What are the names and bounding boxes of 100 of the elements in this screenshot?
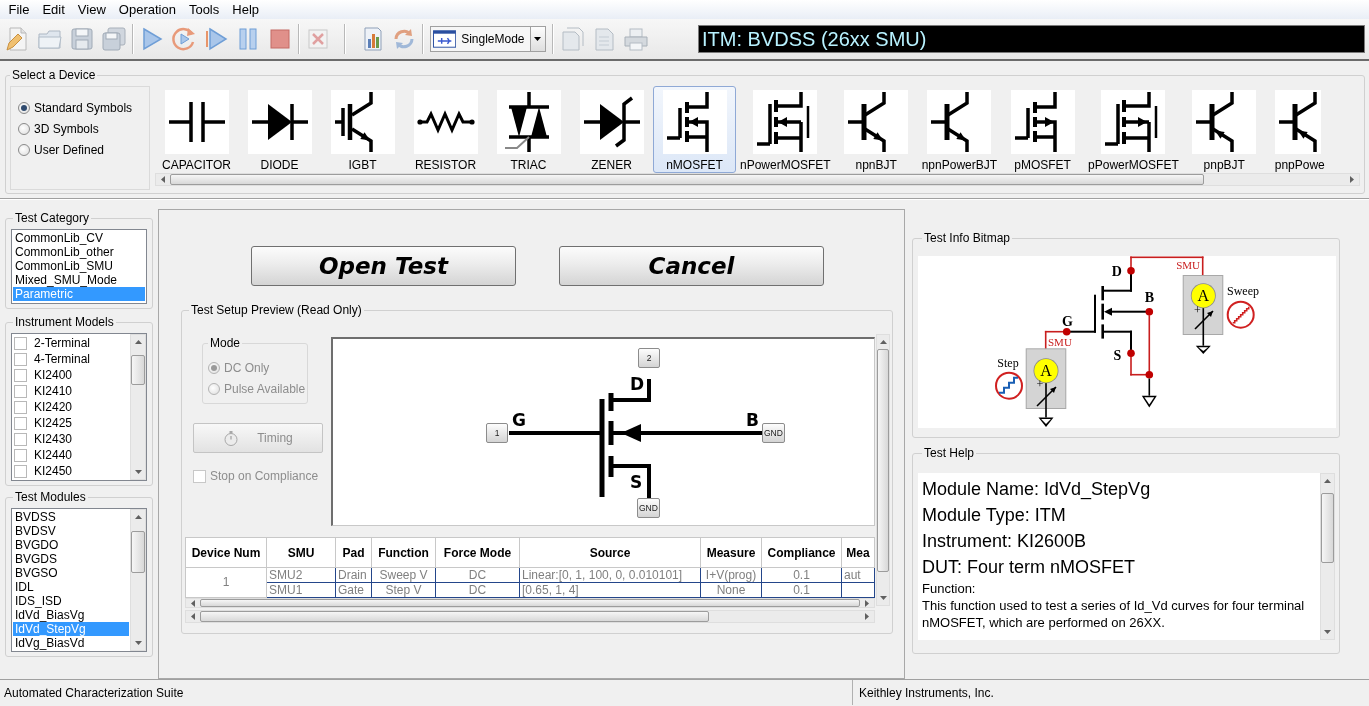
up-arrow-icon[interactable] xyxy=(134,340,142,344)
checkbox[interactable] xyxy=(14,384,27,398)
checkbox-label: 2-Terminal xyxy=(34,336,90,350)
column-header: Compliance xyxy=(761,537,842,568)
device-item[interactable]: pPowerMOSFET xyxy=(1084,86,1183,173)
test-modules-list[interactable]: BVDSS BVDSV BVGDO BVGDS BVGSO IDL IDS_ISD IdVd_BiasVg IdVd_StepVg IdVg_BiasVd xyxy=(11,508,147,652)
list-item[interactable]: IDS_ISD xyxy=(13,594,129,608)
checkbox[interactable] xyxy=(14,336,27,350)
list-item[interactable]: CommonLib_other xyxy=(13,245,145,259)
checkbox[interactable] xyxy=(14,464,27,478)
device-item[interactable]: pnpPowe xyxy=(1265,86,1360,173)
instrument-models-list[interactable]: 2-Terminal 4-Terminal KI2400 KI2410 KI2420 KI2425 KI2430 KI2440 KI2450 xyxy=(11,333,147,481)
test-category-list[interactable]: CommonLib_CV CommonLib_other CommonLib_SMU Mixed_SMU_Mode Parametric xyxy=(11,229,147,304)
checkbox-label: KI2440 xyxy=(34,448,73,462)
device-item[interactable]: pMOSFET xyxy=(1001,86,1085,173)
checkbox[interactable] xyxy=(14,352,27,366)
device-item[interactable]: DIODE xyxy=(238,86,321,173)
menu-item[interactable]: File xyxy=(2,0,36,19)
radio-button[interactable] xyxy=(18,123,30,135)
list-item[interactable]: BVGSO xyxy=(13,566,129,580)
test-title: ITM: BVDSS (26xx SMU) xyxy=(698,25,1365,53)
checkbox[interactable] xyxy=(14,448,27,462)
down-arrow-icon[interactable] xyxy=(134,470,142,474)
list-item[interactable]: BVGDS xyxy=(13,552,129,566)
radio-button[interactable] xyxy=(18,144,30,156)
scrollbar-thumb[interactable] xyxy=(200,599,860,607)
horizontal-scrollbar[interactable] xyxy=(185,598,875,608)
vertical-scrollbar[interactable] xyxy=(130,509,146,651)
list-item[interactable]: IDL xyxy=(13,580,129,594)
open-test-button[interactable]: Open Test xyxy=(251,246,516,286)
scrollbar-thumb[interactable] xyxy=(131,354,145,386)
list-item[interactable]: IdVg_BiasVd xyxy=(13,636,129,650)
floppy-disks-icon[interactable] xyxy=(100,25,128,53)
list-item[interactable]: BVDSS xyxy=(13,510,129,524)
meter-label: A xyxy=(1197,287,1210,305)
left-arrow-icon[interactable] xyxy=(161,176,165,183)
right-arrow-icon[interactable] xyxy=(1350,176,1354,183)
radio-button[interactable] xyxy=(18,102,30,114)
device-item[interactable]: pnpBJT xyxy=(1182,86,1266,173)
horizontal-scrollbar[interactable] xyxy=(185,610,875,623)
cancel-button[interactable]: Cancel xyxy=(559,246,824,286)
mosfet-symbol-icon xyxy=(753,90,818,154)
printer-icon[interactable] xyxy=(622,25,650,53)
column-header: Pad xyxy=(335,537,372,568)
mosfet-symbol-icon xyxy=(1101,90,1166,154)
horizontal-scrollbar[interactable] xyxy=(155,173,1360,186)
polarity-label: + xyxy=(1036,377,1044,391)
list-item[interactable]: BVGDO xyxy=(13,538,129,552)
list-item[interactable]: CommonLib_CV xyxy=(13,231,145,245)
scrollbar-thumb[interactable] xyxy=(877,349,889,572)
vertical-scrollbar[interactable] xyxy=(130,334,146,480)
checkbox[interactable] xyxy=(14,368,27,382)
checkbox[interactable] xyxy=(14,416,27,430)
down-arrow-icon[interactable] xyxy=(879,596,887,600)
help-heading: Module Type: ITM xyxy=(922,504,1067,527)
list-item[interactable]: BVDSV xyxy=(13,524,129,538)
list-item[interactable]: Mixed_SMU_Mode xyxy=(13,273,145,287)
radio-label: 3D Symbols xyxy=(34,122,99,136)
terminal-label: D xyxy=(630,375,645,393)
device-item[interactable]: ZENER xyxy=(570,86,653,173)
device-item[interactable]: nPowerMOSFET xyxy=(736,86,835,173)
list-item[interactable]: CommonLib_SMU xyxy=(13,259,145,273)
scrollbar-thumb[interactable] xyxy=(170,174,1205,185)
scrollbar-thumb[interactable] xyxy=(200,611,709,622)
device-item[interactable]: npnPowerBJT xyxy=(917,86,1002,173)
device-item[interactable]: npnBJT xyxy=(834,86,918,173)
group-title: Test Setup Preview (Read Only) xyxy=(190,303,363,317)
scrollbar-thumb[interactable] xyxy=(1321,493,1334,563)
help-heading: Instrument: KI2600B xyxy=(922,530,1088,553)
dropdown-button[interactable] xyxy=(529,27,545,51)
menu-item[interactable]: Help xyxy=(225,0,266,19)
device-item[interactable]: IGBT xyxy=(321,86,404,173)
menu-item[interactable]: View xyxy=(71,0,113,19)
column-header: Device Num xyxy=(185,537,267,568)
down-arrow-icon[interactable] xyxy=(134,641,142,645)
mode-dropdown[interactable]: SingleMode xyxy=(430,26,546,52)
vertical-scrollbar[interactable] xyxy=(876,334,890,606)
up-arrow-icon[interactable] xyxy=(879,340,887,344)
terminal-dot xyxy=(1127,349,1135,358)
menu-item[interactable]: Operation xyxy=(112,0,183,19)
checkbox[interactable] xyxy=(14,400,27,414)
device-item[interactable]: CAPACITOR xyxy=(155,86,238,173)
device-item[interactable]: TRIAC xyxy=(487,86,570,173)
menu-item[interactable]: Edit xyxy=(35,0,72,19)
menu-item[interactable]: Tools xyxy=(182,0,226,19)
up-arrow-icon[interactable] xyxy=(1324,479,1331,483)
status-text: Keithley Instruments, Inc. xyxy=(859,685,994,700)
up-arrow-icon[interactable] xyxy=(134,515,142,519)
list-item[interactable]: IdVd_BiasVg xyxy=(13,608,129,622)
device-item[interactable]: RESISTOR xyxy=(404,86,487,173)
device-item[interactable]: nMOSFET xyxy=(653,86,736,173)
checkbox[interactable] xyxy=(14,432,27,446)
caret-icon xyxy=(534,37,542,41)
radio-label: User Defined xyxy=(34,143,105,157)
vertical-scrollbar[interactable] xyxy=(1320,473,1335,640)
down-arrow-icon[interactable] xyxy=(1324,630,1331,634)
scrollbar-thumb[interactable] xyxy=(131,530,145,574)
ground-icon xyxy=(1141,378,1157,408)
transistor-symbol-icon xyxy=(1274,90,1321,154)
radio-label: Pulse Available xyxy=(224,381,306,396)
